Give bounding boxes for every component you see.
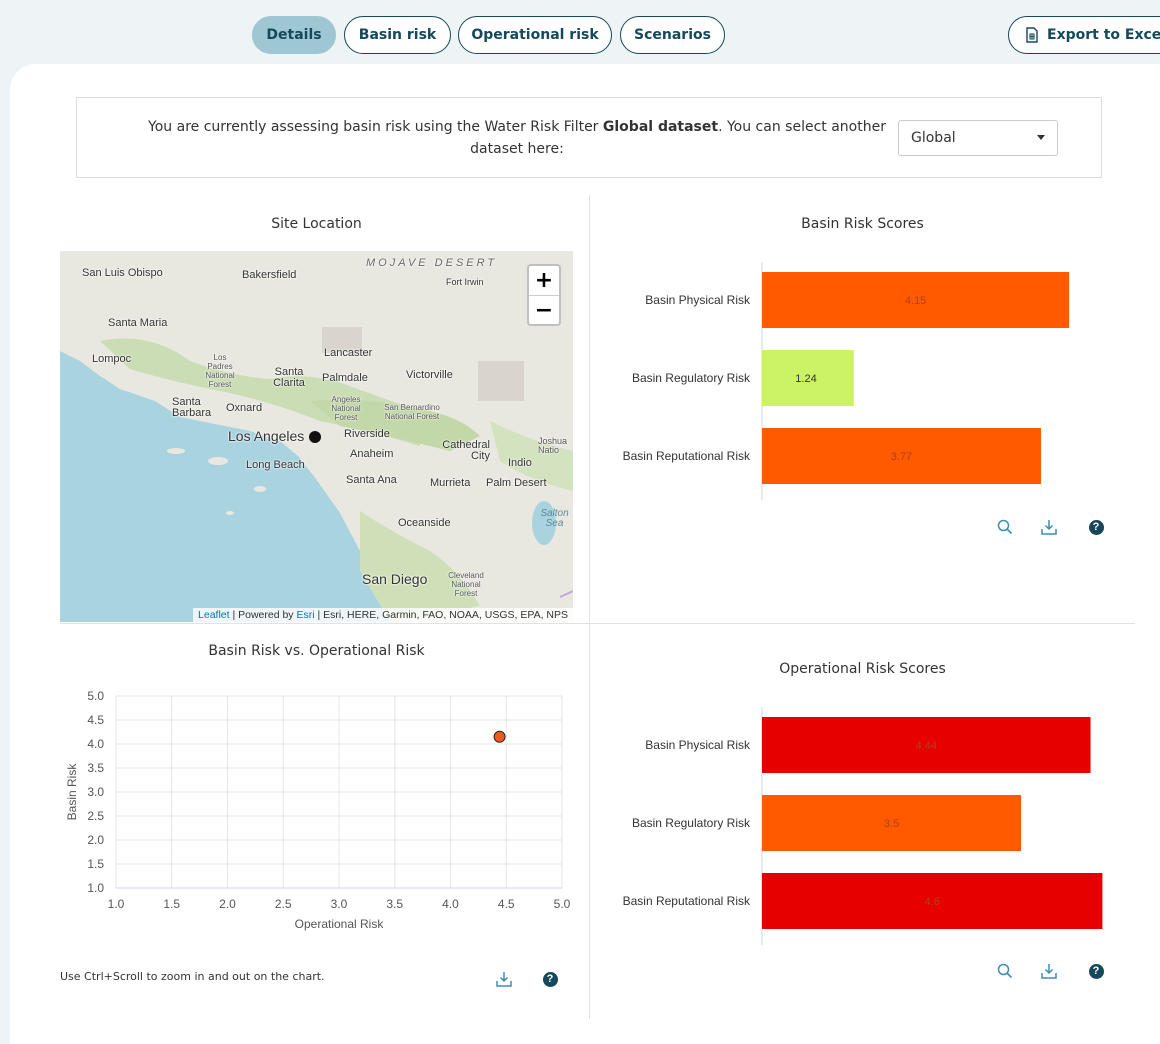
dataset-select[interactable]: Global — [898, 120, 1058, 156]
map-label: Palm Desert — [486, 477, 547, 489]
zoom-hint: Use Ctrl+Scroll to zoom in and out on th… — [60, 970, 325, 983]
scatter-x-axis-label: Operational Risk — [295, 917, 385, 931]
map-label: Victorville — [406, 369, 453, 381]
chevron-down-icon — [1037, 135, 1045, 140]
scatter-point — [493, 730, 506, 743]
basin-category-label: Basin Physical Risk — [645, 293, 751, 307]
help-icon[interactable]: ? — [1085, 516, 1107, 538]
site-marker[interactable] — [309, 431, 321, 443]
map-label: San Diego — [362, 571, 428, 587]
scatter-x-tick: 2.0 — [219, 897, 236, 911]
operational-risk-scores-chart: Basin Physical Risk 4.44 Basin Regulatory … — [623, 707, 1103, 945]
download-icon[interactable] — [493, 968, 515, 990]
scatter-y-tick: 2.0 — [87, 833, 104, 847]
ops-category-label: Basin Regulatory Risk — [632, 816, 751, 830]
ops-data-label: 4.6 — [925, 896, 940, 908]
ops-category-label: Basin Reputational Risk — [623, 894, 751, 908]
download-icon[interactable] — [1038, 516, 1060, 538]
help-icon[interactable]: ? — [539, 968, 561, 990]
zoom-in-button[interactable]: + — [529, 266, 559, 296]
basin-vs-operational-chart: 1.0 1.5 2.0 2.5 3.0 3.5 4.0 4.5 5.0 1.0 1.5 2.0 2.5 3… — [65, 689, 571, 931]
map-label: Riverside — [344, 428, 390, 440]
operational-risk-scores-title: Operational Risk Scores — [779, 661, 946, 677]
basin-risk-scores-title: Basin Risk Scores — [801, 216, 924, 232]
scatter-y-tick: 4.5 — [87, 713, 104, 727]
scatter-y-tick: 1.0 — [87, 881, 104, 895]
scatter-y-tick: 3.5 — [87, 761, 104, 775]
map-label: Bakersfield — [242, 269, 297, 281]
scatter-y-tick: 5.0 — [87, 689, 104, 703]
map-label: Los Padres National Forest — [205, 353, 235, 389]
map-label: Fort Irwin — [446, 277, 484, 287]
ops-data-label: 4.44 — [916, 740, 937, 752]
map-label: Long Beach — [246, 459, 305, 471]
download-icon[interactable] — [1038, 960, 1060, 982]
map-label: Santa Ana — [346, 474, 397, 486]
basin-data-label: 3.77 — [891, 451, 912, 463]
tab-basin-risk[interactable]: Basin risk — [344, 16, 451, 54]
zoom-out-button[interactable]: − — [529, 296, 559, 325]
map-label: Oxnard — [226, 402, 263, 414]
scatter-x-tick: 2.5 — [275, 897, 292, 911]
site-map[interactable]: San Luis Obispo Bakersfield MOJAVE DESER… — [60, 251, 573, 622]
esri-link[interactable]: Esri — [296, 609, 314, 621]
map-label: Lompoc — [92, 353, 132, 365]
scatter-x-tick: 3.0 — [331, 897, 348, 911]
row-divider — [60, 623, 1135, 624]
scatter-x-tick: 1.5 — [163, 897, 180, 911]
dataset-select-value: Global — [911, 130, 956, 146]
map-label: Cleveland National Forest — [448, 571, 484, 598]
scatter-y-tick: 3.0 — [87, 785, 104, 799]
map-label: Los Angeles — [228, 428, 305, 444]
scatter-x-tick: 5.0 — [554, 897, 571, 911]
map-zoom-control: + − — [527, 264, 561, 326]
basin-data-label: 4.15 — [905, 295, 926, 307]
site-location-title: Site Location — [271, 216, 362, 232]
export-label: Export to Excel — [1047, 27, 1160, 43]
scatter-x-tick: 3.5 — [386, 897, 403, 911]
notice-text: You are currently assessing basin risk u… — [148, 119, 886, 157]
ops-data-label: 3.5 — [884, 818, 899, 830]
leaflet-link[interactable]: Leaflet — [198, 609, 230, 621]
map-label: Murrieta — [430, 477, 471, 489]
excel-file-icon — [1026, 27, 1038, 43]
map-label: Lancaster — [324, 347, 373, 359]
tab-details[interactable]: Details — [252, 16, 336, 54]
map-label: Santa Maria — [108, 317, 168, 329]
tab-scenarios[interactable]: Scenarios — [620, 16, 725, 54]
basin-risk-scores-chart: Basin Physical Risk 4.15 Basin Regulatory … — [623, 262, 1070, 500]
map-attribution: Leaflet | Powered by Esri | Esri, HERE, … — [193, 608, 573, 622]
scatter-x-tick: 4.5 — [498, 897, 515, 911]
scatter-y-tick: 1.5 — [87, 857, 104, 871]
export-to-excel-button[interactable]: Export to Excel — [1008, 16, 1160, 54]
map-label: Santa Clarita — [273, 366, 305, 389]
tab-operational-risk[interactable]: Operational risk — [458, 16, 612, 54]
basin-category-label: Basin Regulatory Risk — [632, 371, 751, 385]
ops-category-label: Basin Physical Risk — [645, 738, 751, 752]
map-label: San Luis Obispo — [82, 267, 163, 279]
basin-category-label: Basin Reputational Risk — [623, 449, 751, 463]
map-label: San Bernardino National Forest — [384, 403, 440, 421]
map-label: MOJAVE DESERT — [366, 257, 498, 269]
map-label: Oceanside — [398, 517, 451, 529]
map-label: Salton Sea — [540, 508, 569, 529]
scatter-y-tick: 4.0 — [87, 737, 104, 751]
scatter-x-tick: 1.0 — [108, 897, 125, 911]
scatter-y-axis-label: Basin Risk — [65, 763, 79, 821]
map-label: Anaheim — [350, 448, 394, 460]
help-icon[interactable]: ? — [1085, 960, 1107, 982]
scatter-y-tick: 2.5 — [87, 809, 104, 823]
map-label: Angeles National Forest — [331, 395, 361, 422]
map-label: Indio — [508, 457, 532, 469]
magnifier-icon[interactable] — [994, 516, 1016, 538]
map-label: Santa Barbara — [172, 396, 212, 419]
map-label: Cathedral City — [442, 439, 490, 462]
map-label: Palmdale — [322, 372, 368, 384]
dataset-notice: You are currently assessing basin risk u… — [76, 97, 1102, 178]
map-label: Joshua Natio — [538, 436, 568, 455]
basin-data-label: 1.24 — [795, 373, 816, 385]
magnifier-icon[interactable] — [994, 960, 1016, 982]
scatter-x-tick: 4.0 — [442, 897, 459, 911]
scatter-title: Basin Risk vs. Operational Risk — [208, 643, 425, 659]
